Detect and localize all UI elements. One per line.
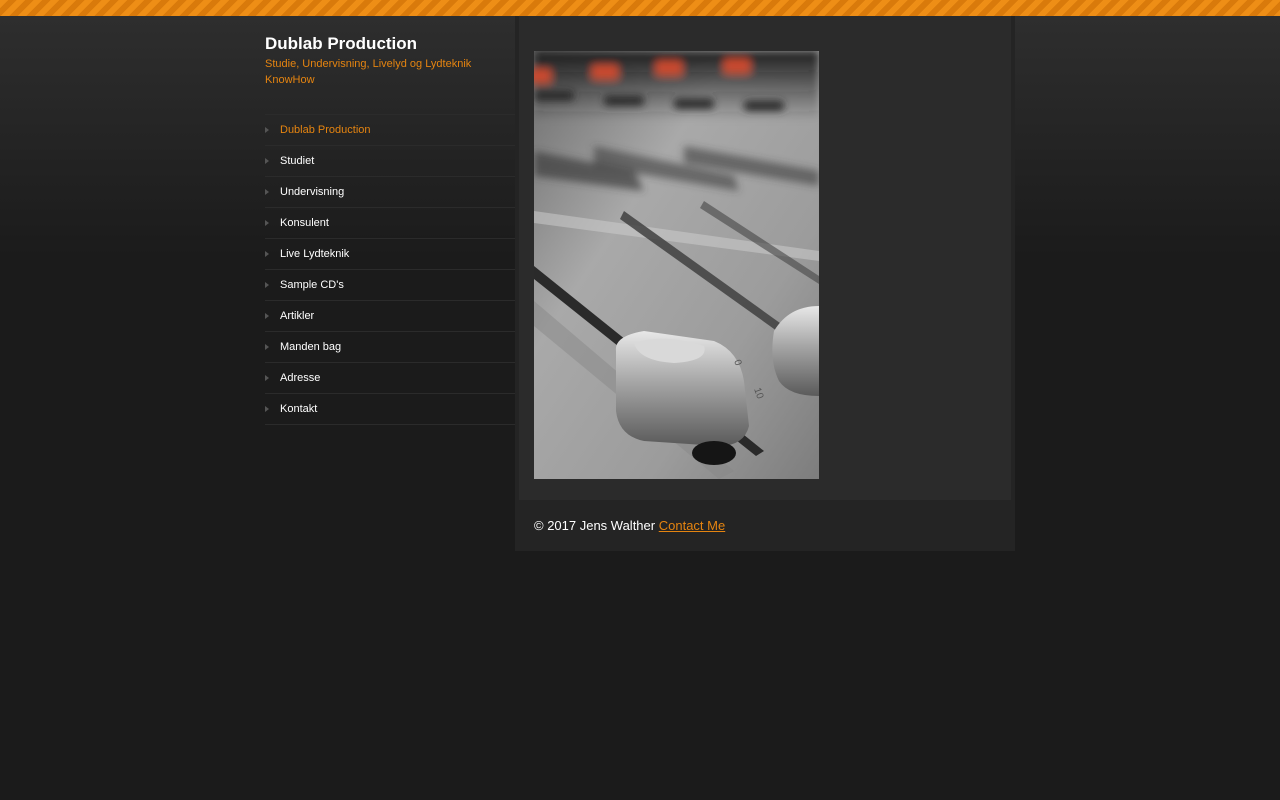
site-title[interactable]: Dublab Production <box>265 34 515 54</box>
top-stripe-bar <box>0 0 1280 16</box>
nav-item-undervisning[interactable]: Undervisning <box>265 177 515 208</box>
arrow-right-icon <box>265 313 269 319</box>
nav-item-label: Live Lydteknik <box>280 248 350 260</box>
nav-item-label: Artikler <box>280 310 315 322</box>
arrow-right-icon <box>265 189 269 195</box>
site-tagline: Studie, Undervisning, Livelyd og Lydtekn… <box>265 58 472 86</box>
nav-item-manden-bag[interactable]: Manden bag <box>265 332 515 363</box>
nav-item-live-lydteknik[interactable]: Live Lydteknik <box>265 239 515 270</box>
arrow-right-icon <box>265 251 269 257</box>
arrow-right-icon <box>265 344 269 350</box>
nav-item-label: Studiet <box>280 155 315 167</box>
footer: © 2017 Jens Walther Contact Me <box>534 518 725 533</box>
nav-item-dublab-production[interactable]: Dublab Production <box>265 115 515 146</box>
arrow-right-icon <box>265 158 269 164</box>
nav-item-artikler[interactable]: Artikler <box>265 301 515 332</box>
contact-me-link[interactable]: Contact Me <box>659 518 725 533</box>
nav-item-adresse[interactable]: Adresse <box>265 363 515 394</box>
nav-item-kontakt[interactable]: Kontakt <box>265 394 515 425</box>
nav-item-sample-cds[interactable]: Sample CD's <box>265 270 515 301</box>
mixing-console-photo: 0 10 <box>534 51 819 479</box>
nav-item-label: Konsulent <box>280 217 329 229</box>
arrow-right-icon <box>265 406 269 412</box>
arrow-right-icon <box>265 220 269 226</box>
sidebar: Dublab Production Studie, Undervisning, … <box>265 16 515 425</box>
nav-item-label: Undervisning <box>280 186 345 198</box>
nav-item-konsulent[interactable]: Konsulent <box>265 208 515 239</box>
nav-item-label: Sample CD's <box>280 279 344 291</box>
nav-item-label: Manden bag <box>280 341 342 353</box>
nav-item-label: Dublab Production <box>280 124 371 136</box>
arrow-right-icon <box>265 375 269 381</box>
nav-item-studiet[interactable]: Studiet <box>265 146 515 177</box>
main-nav: Dublab Production Studiet Undervisning K… <box>265 114 515 425</box>
nav-item-label: Kontakt <box>280 403 318 415</box>
arrow-right-icon <box>265 127 269 133</box>
footer-copyright: © 2017 Jens Walther <box>534 518 656 533</box>
arrow-right-icon <box>265 282 269 288</box>
nav-item-label: Adresse <box>280 372 321 384</box>
